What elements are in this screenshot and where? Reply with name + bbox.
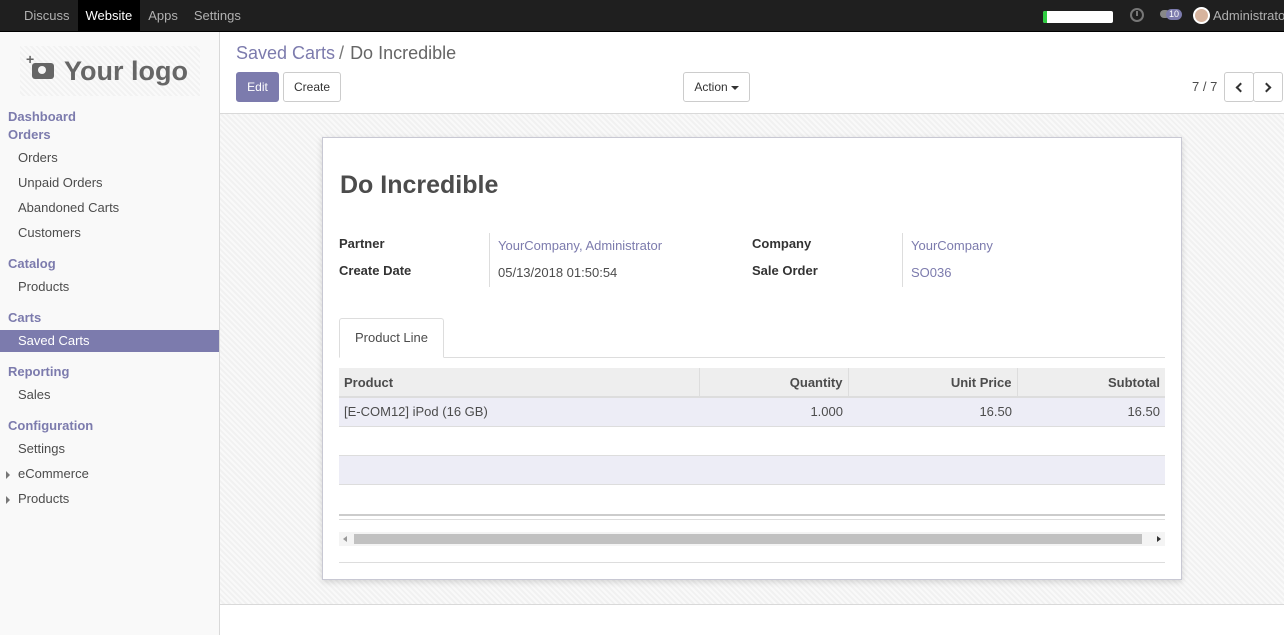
- column-header-unit-price[interactable]: Unit Price: [848, 368, 1018, 398]
- sidebar-item-customers[interactable]: Customers: [0, 222, 219, 244]
- sidebar-item-ecommerce[interactable]: eCommerce: [0, 463, 219, 485]
- create-date-label: Create Date: [339, 263, 412, 278]
- tab-underline: [339, 357, 1165, 358]
- cell-quantity: 1.000: [699, 397, 848, 427]
- caret-right-icon: [6, 471, 10, 479]
- sidebar-item-abandoned-carts[interactable]: Abandoned Carts: [0, 197, 219, 219]
- pager-value[interactable]: 7 / 7: [1192, 79, 1217, 94]
- table-row[interactable]: [E-COM12] iPod (16 GB) 1.000 16.50 16.50: [339, 397, 1165, 427]
- sidebar-section-reporting: Reporting: [8, 364, 70, 379]
- user-menu-name[interactable]: Administrator: [1213, 8, 1284, 23]
- sidebar-item-orders[interactable]: Orders: [0, 147, 219, 169]
- column-header-quantity[interactable]: Quantity: [699, 368, 849, 398]
- menu-discuss[interactable]: Discuss: [16, 0, 78, 31]
- create-button[interactable]: Create: [283, 72, 341, 102]
- record-title: Do Incredible: [340, 171, 499, 199]
- sidebar-item-config-products[interactable]: Products: [0, 488, 219, 510]
- column-header-product[interactable]: Product: [339, 368, 700, 398]
- horizontal-scrollbar[interactable]: [339, 532, 1165, 546]
- menu-apps[interactable]: Apps: [140, 0, 186, 31]
- cell-product: [E-COM12] iPod (16 GB): [339, 397, 699, 427]
- cell-unit-price: 16.50: [848, 397, 1017, 427]
- caret-down-icon: [730, 85, 739, 90]
- sale-order-field[interactable]: SO036: [911, 265, 951, 280]
- scroll-left-arrow-icon[interactable]: [343, 536, 347, 542]
- activity-clock-icon[interactable]: [1130, 8, 1144, 22]
- message-count-badge[interactable]: 10: [1166, 9, 1183, 20]
- user-avatar[interactable]: [1193, 7, 1210, 24]
- progress-fill: [1043, 11, 1047, 23]
- action-label: Action: [694, 80, 728, 94]
- sidebar-section-configuration: Configuration: [8, 418, 94, 433]
- sidebar-section-carts: Carts: [8, 310, 42, 325]
- sidebar-section-orders: Orders: [8, 127, 51, 142]
- company-label: Company: [752, 236, 812, 251]
- sidebar-item-saved-carts[interactable]: Saved Carts: [0, 330, 219, 352]
- sidebar-item-label: Products: [18, 491, 70, 506]
- partner-label: Partner: [339, 236, 385, 251]
- camera-icon: [26, 51, 54, 79]
- sidebar-item-label: eCommerce: [18, 466, 89, 481]
- edit-button[interactable]: Edit: [236, 72, 279, 102]
- sidebar-item-products[interactable]: Products: [0, 276, 219, 298]
- partner-field[interactable]: YourCompany, Administrator: [498, 238, 662, 253]
- top-navbar: Discuss Website Apps Settings 10 Adminis…: [0, 0, 1284, 32]
- chevron-left-icon: [1235, 82, 1246, 93]
- onboarding-progress-bar[interactable]: [1043, 11, 1113, 23]
- breadcrumb-current: Do Incredible: [350, 43, 457, 63]
- sheet-bottom-divider: [339, 562, 1165, 563]
- sidebar-item-sales[interactable]: Sales: [0, 384, 219, 406]
- field-divider: [489, 233, 490, 287]
- table-header-row: Product Quantity Unit Price Subtotal: [339, 368, 1165, 398]
- menu-website[interactable]: Website: [77, 0, 141, 31]
- sidebar-item-settings[interactable]: Settings: [0, 438, 219, 460]
- column-header-subtotal[interactable]: Subtotal: [1017, 368, 1165, 398]
- table-footer: [339, 514, 1165, 520]
- sidebar-section-catalog: Catalog: [8, 256, 56, 271]
- create-date-field: 05/13/2018 01:50:54: [498, 265, 618, 280]
- logo-text: Your logo: [64, 55, 188, 86]
- pager-previous-button[interactable]: [1224, 72, 1254, 102]
- company-logo[interactable]: Your logo: [20, 46, 200, 96]
- app-menu: Discuss Website Apps Settings: [16, 0, 249, 32]
- action-dropdown[interactable]: Action: [683, 72, 750, 102]
- breadcrumb: Saved Carts / Do Incredible: [236, 43, 456, 64]
- scroll-right-arrow-icon[interactable]: [1157, 536, 1161, 542]
- menu-settings[interactable]: Settings: [186, 0, 249, 31]
- sidebar-item-unpaid-orders[interactable]: Unpaid Orders: [0, 172, 219, 194]
- field-divider: [902, 233, 903, 287]
- breadcrumb-parent[interactable]: Saved Carts: [236, 43, 335, 63]
- sale-order-label: Sale Order: [752, 263, 818, 278]
- cell-subtotal: 16.50: [1017, 397, 1165, 427]
- product-lines-table: Product Quantity Unit Price Subtotal [E-…: [339, 368, 1165, 485]
- breadcrumb-separator: /: [339, 43, 345, 63]
- company-field[interactable]: YourCompany: [911, 238, 993, 253]
- empty-row: [339, 426, 1165, 456]
- tab-product-line[interactable]: Product Line: [339, 318, 444, 358]
- scrollbar-thumb[interactable]: [354, 534, 1142, 544]
- chevron-right-icon: [1261, 82, 1272, 93]
- empty-row: [339, 455, 1165, 485]
- pager-next-button[interactable]: [1253, 72, 1283, 102]
- sidebar-section-dashboard[interactable]: Dashboard: [8, 109, 76, 124]
- caret-right-icon: [6, 496, 10, 504]
